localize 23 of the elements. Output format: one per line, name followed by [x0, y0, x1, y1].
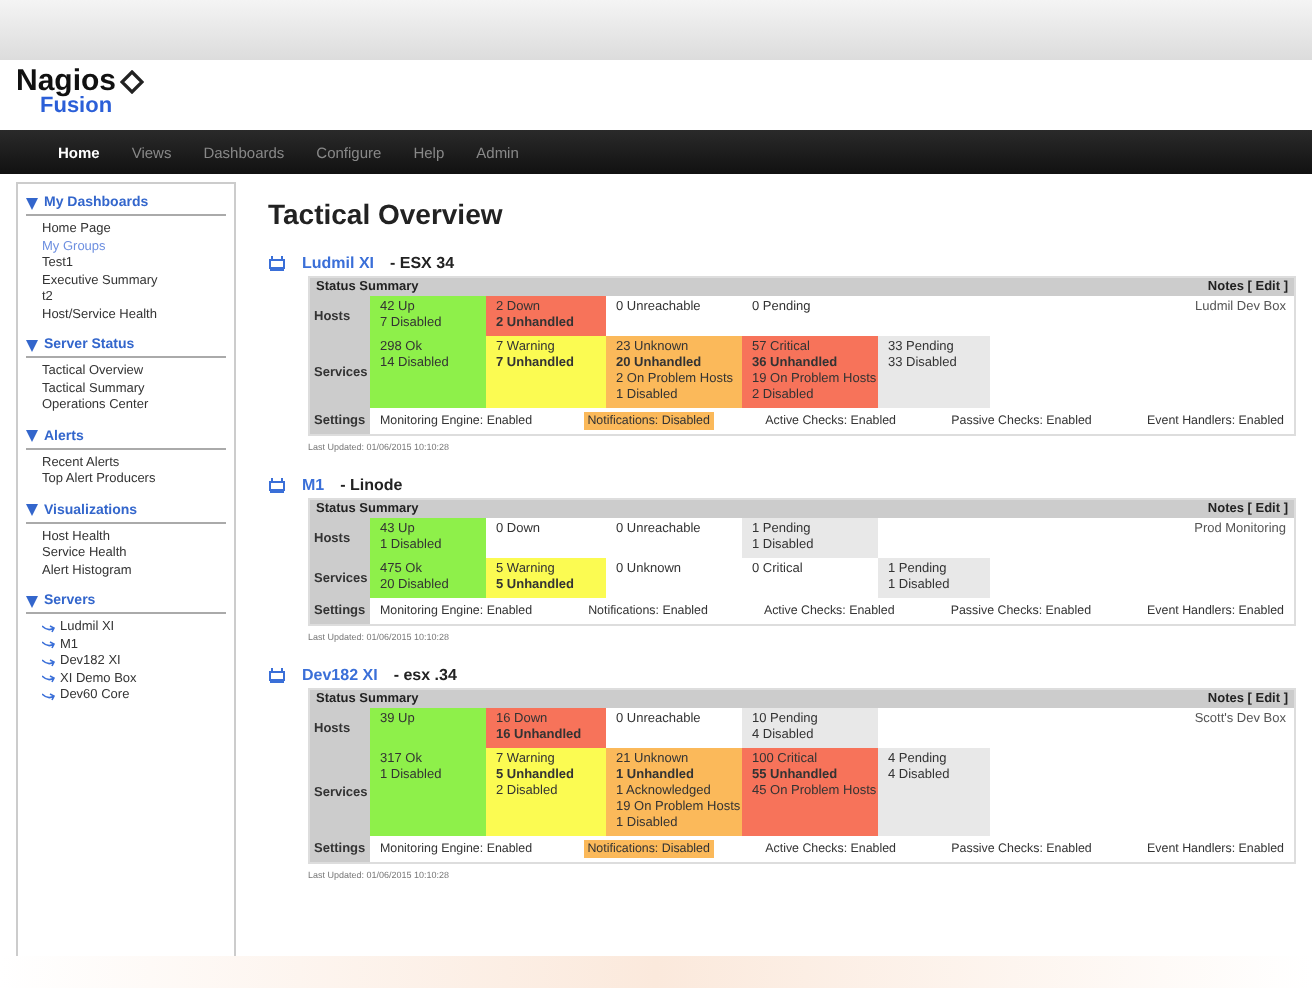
server-link[interactable]: Ludmil XI [302, 254, 374, 272]
page-title: Tactical Overview [268, 198, 505, 230]
server-description: - esx .34 [393, 666, 457, 684]
computer-icon [268, 255, 286, 271]
collapse-icon[interactable] [26, 339, 38, 351]
server-description: - ESX 34 [390, 254, 455, 272]
arrow-icon [42, 640, 56, 651]
server-description: - Linode [340, 476, 403, 494]
server-link[interactable]: M1 [302, 476, 325, 494]
logo-text: Nagios [16, 66, 117, 96]
arrow-icon [42, 691, 56, 702]
arrow-icon [42, 674, 56, 685]
computer-icon [268, 477, 286, 493]
collapse-icon[interactable] [26, 595, 38, 607]
computer-icon [268, 667, 286, 683]
server-link[interactable]: Dev182 XI [302, 666, 378, 684]
ring-icon [120, 69, 145, 93]
collapse-icon[interactable] [26, 430, 38, 442]
arrow-icon [42, 623, 56, 634]
arrow-icon [42, 657, 56, 668]
collapse-icon[interactable] [26, 504, 38, 516]
logo-subtitle: Fusion [40, 96, 113, 118]
collapse-icon[interactable] [26, 197, 38, 209]
